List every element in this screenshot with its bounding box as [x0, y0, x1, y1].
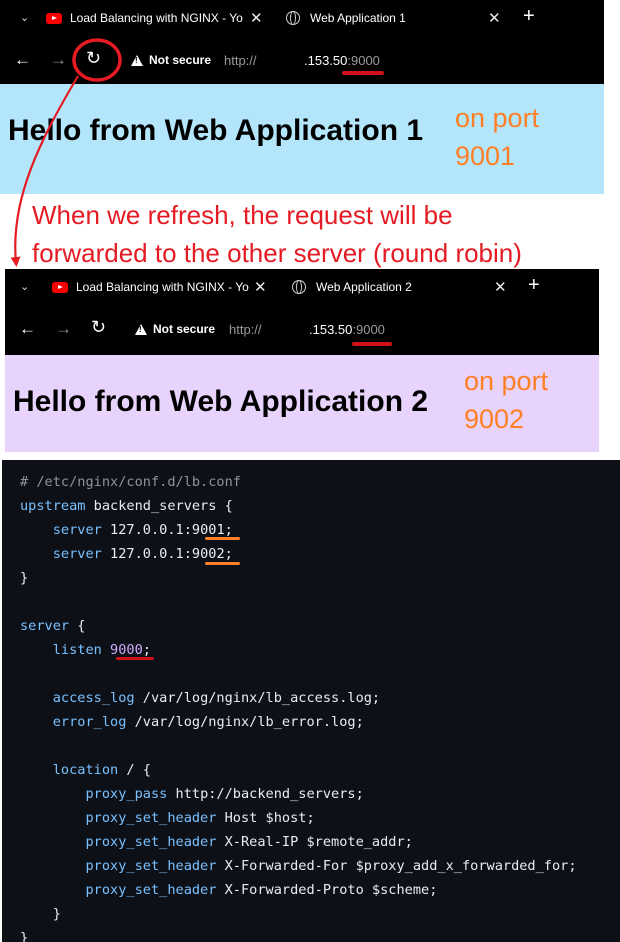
- globe-icon: [292, 280, 306, 294]
- url-port: :9000: [347, 53, 380, 68]
- code-keyword: proxy_set_header: [85, 882, 217, 898]
- url-host-text: .153.50: [309, 322, 353, 337]
- back-arrow-icon[interactable]: ←: [19, 319, 36, 339]
- code-text: 127.0.0.1:: [101, 522, 192, 538]
- port-underline: [342, 71, 384, 75]
- tab-title: Web Application 1: [310, 11, 406, 25]
- code-keyword: server: [52, 546, 102, 562]
- code-text: backend_servers {: [85, 498, 233, 514]
- code-keyword: server: [52, 522, 102, 538]
- port-9001-underline: [205, 537, 240, 540]
- new-tab-icon[interactable]: +: [523, 5, 535, 28]
- close-icon[interactable]: ✕: [250, 9, 263, 27]
- close-icon[interactable]: ✕: [254, 278, 267, 296]
- code-text: }: [20, 930, 29, 942]
- code-text: # /etc/nginx/conf.d/lb.conf upstream bac…: [20, 470, 577, 942]
- code-port-9001: 9001: [191, 522, 225, 538]
- code-text: /var/log/nginx/lb_error.log;: [126, 714, 364, 730]
- web-application-2-page: Hello from Web Application 2 on port 900…: [5, 355, 599, 452]
- port-note-line2: 9001: [455, 141, 516, 171]
- code-text: X-Forwarded-Proto $scheme;: [216, 882, 438, 898]
- port-9002-underline: [205, 562, 240, 565]
- code-keyword: proxy_set_header: [85, 858, 217, 874]
- tab-youtube[interactable]: Load Balancing with NGINX - Yo ✕: [52, 269, 274, 305]
- code-text: X-Forwarded-For $proxy_add_x_forwarded_f…: [216, 858, 577, 874]
- chevron-down-icon[interactable]: ⌄: [20, 280, 29, 293]
- url-scheme[interactable]: http://: [224, 53, 257, 68]
- code-keyword: proxy_pass: [85, 786, 168, 802]
- forward-arrow-icon[interactable]: →: [50, 50, 67, 70]
- tab-strip: ⌄ Load Balancing with NGINX - Yo ✕ Web A…: [5, 269, 599, 305]
- code-port-9002: 9002: [191, 546, 225, 562]
- code-text: }: [20, 570, 29, 586]
- annotation-text: When we refresh, the request will be for…: [32, 196, 522, 272]
- code-keyword: location: [52, 762, 119, 778]
- tab-title: Web Application 2: [316, 280, 412, 294]
- port-note: on port 9001: [455, 99, 539, 175]
- code-keyword: access_log: [52, 690, 135, 706]
- code-text: / {: [118, 762, 151, 778]
- port-note-line2: 9002: [464, 404, 525, 434]
- code-keyword: upstream: [20, 498, 86, 514]
- annotation-line1: When we refresh, the request will be: [32, 200, 453, 230]
- url-port: :9000: [352, 322, 385, 337]
- listen-port-underline: [116, 657, 154, 660]
- code-text: 127.0.0.1:: [101, 546, 192, 562]
- warning-icon: [131, 54, 143, 66]
- youtube-icon: [52, 281, 68, 293]
- youtube-icon: [46, 12, 62, 24]
- new-tab-icon[interactable]: +: [528, 274, 540, 297]
- page-heading: Hello from Web Application 2: [13, 385, 429, 418]
- tab-title: Load Balancing with NGINX - Yo: [76, 280, 249, 294]
- port-note-line1: on port: [455, 103, 540, 133]
- code-comment: # /etc/nginx/conf.d/lb.conf: [20, 474, 241, 490]
- tab-strip: ⌄ Load Balancing with NGINX - Yo ✕ Web A…: [0, 0, 604, 36]
- code-keyword: listen: [52, 642, 102, 658]
- back-arrow-icon[interactable]: ←: [14, 50, 31, 70]
- code-listen-port: 9000: [110, 642, 143, 658]
- security-indicator[interactable]: Not secure: [131, 53, 211, 67]
- code-text: {: [69, 618, 86, 634]
- navigation-bar: ← → ↻ Not secure http:// .153.50:9000: [0, 42, 604, 78]
- code-keyword: proxy_set_header: [85, 810, 217, 826]
- page-heading: Hello from Web Application 1: [8, 114, 424, 147]
- globe-icon: [286, 11, 300, 25]
- tab-title: Load Balancing with NGINX - Yo: [70, 11, 243, 25]
- url-scheme[interactable]: http://: [229, 322, 262, 337]
- annotation-line2: forwarded to the other server (round rob…: [32, 238, 522, 268]
- browser-window-1: ⌄ Load Balancing with NGINX - Yo ✕ Web A…: [0, 0, 604, 84]
- chevron-down-icon[interactable]: ⌄: [20, 11, 29, 24]
- tab-youtube[interactable]: Load Balancing with NGINX - Yo ✕: [46, 0, 268, 36]
- code-text: X-Real-IP $remote_addr;: [216, 834, 413, 850]
- tab-web-application[interactable]: Web Application 2 ✕: [292, 269, 518, 305]
- security-indicator[interactable]: Not secure: [135, 322, 215, 336]
- code-text: http://backend_servers;: [167, 786, 364, 802]
- security-label: Not secure: [149, 53, 212, 67]
- navigation-bar: ← → ↻ Not secure http:// .153.50:9000: [5, 311, 599, 347]
- tab-web-application[interactable]: Web Application 1 ✕: [286, 0, 512, 36]
- port-underline: [352, 342, 392, 346]
- code-keyword: proxy_set_header: [85, 834, 217, 850]
- port-note: on port 9002: [464, 362, 548, 438]
- close-icon[interactable]: ✕: [488, 9, 501, 27]
- code-text: Host $host;: [216, 810, 315, 826]
- code-keyword: server: [20, 618, 70, 634]
- port-note-line1: on port: [464, 366, 549, 396]
- forward-arrow-icon[interactable]: →: [55, 319, 72, 339]
- security-label: Not secure: [153, 322, 216, 336]
- reload-icon[interactable]: ↻: [91, 317, 106, 338]
- url-host[interactable]: .153.50:9000: [304, 53, 380, 68]
- warning-icon: [135, 323, 147, 335]
- url-host[interactable]: .153.50:9000: [309, 322, 385, 337]
- close-icon[interactable]: ✕: [494, 278, 507, 296]
- web-application-1-page: Hello from Web Application 1 on port 900…: [0, 84, 604, 194]
- reload-icon[interactable]: ↻: [86, 48, 101, 69]
- nginx-config-code-block: # /etc/nginx/conf.d/lb.conf upstream bac…: [2, 460, 620, 942]
- code-text: }: [52, 906, 61, 922]
- browser-window-2: ⌄ Load Balancing with NGINX - Yo ✕ Web A…: [5, 269, 599, 355]
- code-text: /var/log/nginx/lb_access.log;: [134, 690, 381, 706]
- url-host-text: .153.50: [304, 53, 348, 68]
- code-keyword: error_log: [52, 714, 127, 730]
